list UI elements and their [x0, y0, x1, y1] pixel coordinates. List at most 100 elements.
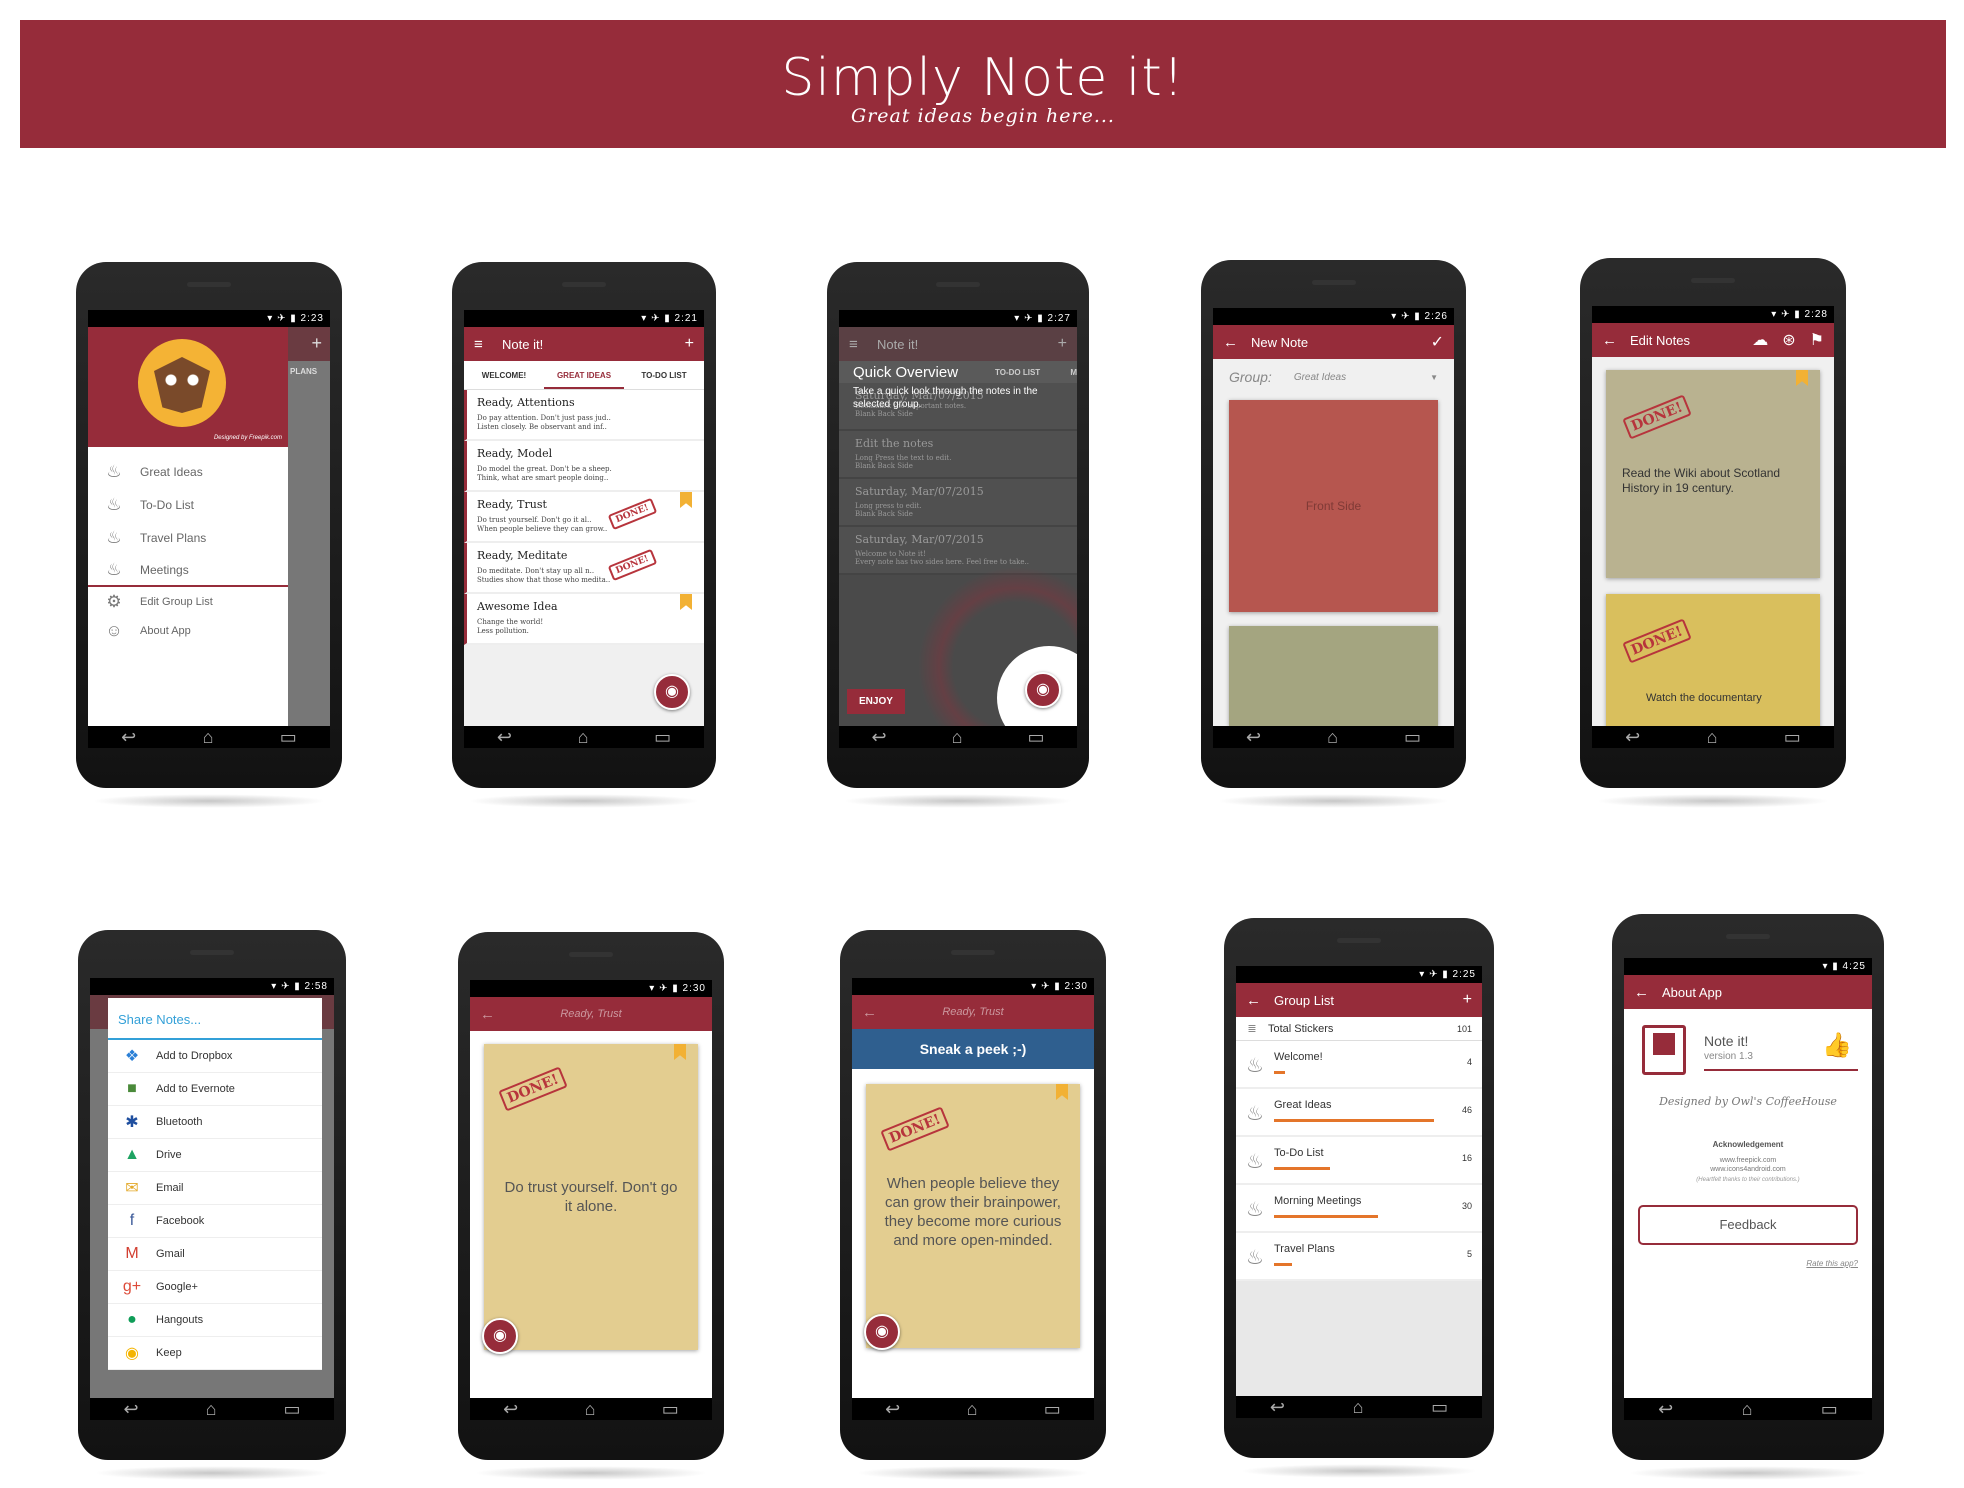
home-icon[interactable]: ⌂	[1353, 1397, 1364, 1418]
group-count: 4	[1466, 1057, 1472, 1067]
drawer-item-edit-group-list[interactable]: ⚙ Edit Group List	[88, 587, 288, 616]
group-row[interactable]: ♨ Travel Plans 5	[1236, 1233, 1482, 1281]
recent-apps-icon[interactable]: ▭	[1044, 1399, 1061, 1420]
nav-bar: ↩ ⌂ ▭	[839, 726, 1077, 748]
share-item-evernote[interactable]: ■ Add to Evernote	[108, 1073, 322, 1106]
drawer-item-about-app[interactable]: ☺ About App	[88, 616, 288, 645]
back-arrow-icon[interactable]: ←	[1634, 984, 1652, 1001]
add-icon[interactable]: +	[685, 335, 694, 353]
stamp-icon[interactable]: ⊛	[1782, 330, 1795, 350]
enjoy-button[interactable]: ENJOY	[847, 689, 905, 714]
group-bar	[1274, 1119, 1434, 1122]
note-item[interactable]: Ready, Trust Do trust yourself. Don't go …	[464, 492, 704, 543]
share-item-google-plus[interactable]: g+ Google+	[108, 1271, 322, 1304]
drawer-item-travel-plans[interactable]: ♨ Travel Plans	[88, 521, 288, 554]
back-icon[interactable]: ↩	[885, 1399, 900, 1420]
menu-icon[interactable]: ≡	[849, 336, 867, 353]
back-icon[interactable]: ↩	[1658, 1399, 1673, 1420]
back-icon[interactable]: ↩	[121, 727, 136, 748]
home-icon[interactable]: ⌂	[203, 727, 214, 748]
recent-apps-icon[interactable]: ▭	[654, 727, 671, 748]
note-card[interactable]: DONE! Do trust yourself. Don't go it alo…	[484, 1044, 698, 1350]
front-side-card[interactable]: Front Side	[1229, 400, 1438, 612]
home-icon[interactable]: ⌂	[585, 1399, 596, 1420]
ack-link[interactable]: www.icons4android.com	[1624, 1166, 1872, 1173]
thumbs-up-icon[interactable]: 👍	[1822, 1031, 1852, 1060]
overview-fab[interactable]: ◉	[1025, 672, 1061, 708]
home-icon[interactable]: ⌂	[1327, 727, 1338, 748]
recent-apps-icon[interactable]: ▭	[662, 1399, 679, 1420]
tab-welcome[interactable]: WELCOME!	[464, 361, 544, 389]
share-item-email[interactable]: ✉ Email	[108, 1172, 322, 1205]
back-icon[interactable]: ↩	[872, 727, 887, 748]
drawer-item-meetings[interactable]: ♨ Meetings	[88, 554, 288, 587]
drive-icon: ▲	[124, 1146, 140, 1163]
rate-app-link[interactable]: Rate this app?	[1638, 1259, 1858, 1268]
share-item-drive[interactable]: ▲ Drive	[108, 1139, 322, 1172]
drawer-item-great-ideas[interactable]: ♨ Great Ideas	[88, 455, 288, 488]
group-row[interactable]: ♨ Welcome! 4	[1236, 1041, 1482, 1089]
tab-great-ideas[interactable]: GREAT IDEAS	[544, 361, 624, 389]
home-icon[interactable]: ⌂	[206, 1399, 217, 1420]
home-icon[interactable]: ⌂	[952, 727, 963, 748]
back-icon[interactable]: ↩	[124, 1399, 139, 1420]
cloud-icon[interactable]: ☁	[1752, 330, 1768, 350]
recent-apps-icon[interactable]: ▭	[1431, 1397, 1448, 1418]
group-row[interactable]: ♨ Morning Meetings 30	[1236, 1185, 1482, 1233]
recent-apps-icon[interactable]: ▭	[1027, 727, 1044, 748]
home-icon[interactable]: ⌂	[1742, 1399, 1753, 1420]
flag-icon[interactable]: ⚑	[1810, 330, 1824, 350]
back-arrow-icon[interactable]: ←	[1223, 334, 1241, 351]
share-item-dropbox[interactable]: ❖ Add to Dropbox	[108, 1040, 322, 1073]
recent-apps-icon[interactable]: ▭	[283, 1399, 300, 1420]
group-bar	[1274, 1215, 1378, 1218]
share-item-gmail[interactable]: M Gmail	[108, 1238, 322, 1271]
back-icon[interactable]: ↩	[1246, 727, 1261, 748]
note-card[interactable]: DONE! Read the Wiki about Scotland Histo…	[1606, 370, 1820, 578]
tab-cut[interactable]: M	[1070, 368, 1077, 377]
back-icon[interactable]: ↩	[497, 727, 512, 748]
add-icon[interactable]: +	[1058, 335, 1067, 353]
note-card[interactable]: DONE! Watch the documentary	[1606, 594, 1820, 726]
recent-apps-icon[interactable]: ▭	[1784, 727, 1801, 748]
group-selector[interactable]: Group: Great Ideas ▼	[1213, 359, 1454, 395]
screen: ▾ ✈ ▮ 2:26 ← New Note ✓ Group: Great Ideas…	[1213, 308, 1454, 726]
back-side-card[interactable]	[1229, 626, 1438, 726]
note-item[interactable]: Ready, Meditate Do meditate. Don't stay u…	[464, 543, 704, 594]
back-icon[interactable]: ↩	[1270, 1397, 1285, 1418]
back-icon[interactable]: ↩	[503, 1399, 518, 1420]
flip-fab[interactable]: ◉	[482, 1318, 518, 1354]
home-icon[interactable]: ⌂	[967, 1399, 978, 1420]
recent-apps-icon[interactable]: ▭	[1404, 727, 1421, 748]
back-arrow-icon[interactable]: ←	[1602, 332, 1620, 349]
tab-to-do-list[interactable]: TO-DO LIST	[624, 361, 704, 389]
back-arrow-icon[interactable]: ←	[1246, 992, 1264, 1009]
add-icon[interactable]: +	[1463, 991, 1472, 1009]
menu-icon[interactable]: ≡	[474, 336, 492, 353]
overview-fab[interactable]: ◉	[654, 674, 690, 710]
check-icon[interactable]: ✓	[1431, 332, 1444, 352]
home-icon[interactable]: ⌂	[578, 727, 589, 748]
recent-apps-icon[interactable]: ▭	[280, 727, 297, 748]
status-bar: ▾ ✈ ▮ 2:28	[1592, 306, 1834, 323]
group-row[interactable]: ♨ To-Do List 16	[1236, 1137, 1482, 1185]
note-item[interactable]: Awesome Idea Change the world! Less pollu…	[464, 594, 704, 645]
share-item-keep[interactable]: ◉ Keep	[108, 1337, 322, 1370]
overview-row-title: Saturday, Mar/07/2015	[855, 485, 984, 498]
recent-apps-icon[interactable]: ▭	[1821, 1399, 1838, 1420]
note-item[interactable]: Ready, Model Do model the great. Don't be…	[464, 441, 704, 492]
ack-link[interactable]: www.freepick.com	[1624, 1157, 1872, 1164]
back-arrow-icon[interactable]: ←	[480, 1006, 498, 1023]
note-card[interactable]: DONE! When people believe they can grow …	[866, 1084, 1080, 1348]
flip-fab[interactable]: ◉	[864, 1314, 900, 1350]
share-item-hangouts[interactable]: ● Hangouts	[108, 1304, 322, 1337]
share-item-facebook[interactable]: f Facebook	[108, 1205, 322, 1238]
feedback-button[interactable]: Feedback	[1638, 1205, 1858, 1245]
drawer-item-to-do-list[interactable]: ♨ To-Do List	[88, 488, 288, 521]
group-row[interactable]: ♨ Great Ideas 46	[1236, 1089, 1482, 1137]
back-icon[interactable]: ↩	[1625, 727, 1640, 748]
note-item[interactable]: Ready, Attentions Do pay attention. Don't…	[464, 390, 704, 441]
share-item-bluetooth[interactable]: ✱ Bluetooth	[108, 1106, 322, 1139]
back-arrow-icon[interactable]: ←	[862, 1004, 880, 1021]
home-icon[interactable]: ⌂	[1707, 727, 1718, 748]
